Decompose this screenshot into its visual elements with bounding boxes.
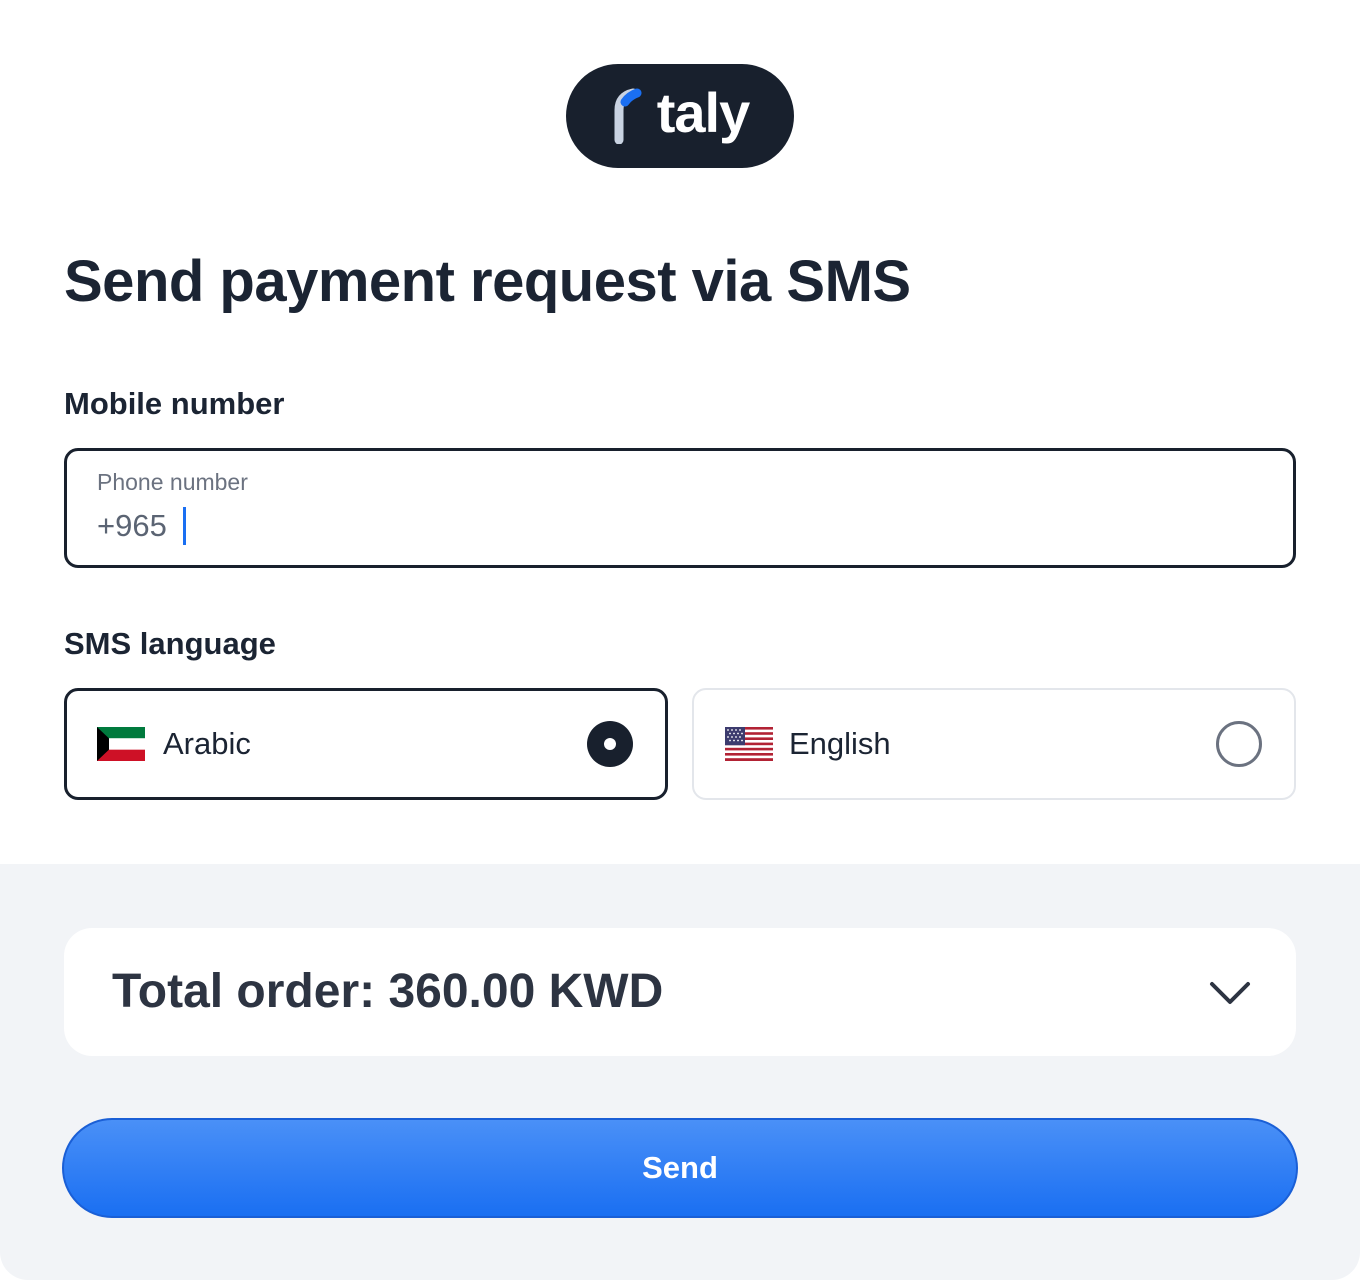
- brand-logo: taly: [566, 64, 794, 168]
- kuwait-flag-icon: [97, 727, 145, 761]
- phone-value: +965: [97, 507, 186, 545]
- language-option-arabic[interactable]: Arabic: [64, 688, 668, 800]
- page-title: Send payment request via SMS: [64, 249, 911, 314]
- radio-selected-icon[interactable]: [587, 721, 633, 767]
- sms-language-label: SMS language: [64, 626, 276, 661]
- language-option-english[interactable]: English: [692, 688, 1296, 800]
- radio-unselected-icon[interactable]: [1216, 721, 1262, 767]
- phone-field-label: Phone number: [97, 469, 248, 495]
- phone-number-input[interactable]: Phone number +965: [64, 448, 1296, 568]
- country-code: +965: [97, 508, 167, 543]
- language-label-english: English: [789, 726, 891, 761]
- language-label-arabic: Arabic: [163, 726, 251, 761]
- order-footer: Total order: 360.00 KWD Send: [0, 864, 1360, 1280]
- order-summary-toggle[interactable]: Total order: 360.00 KWD: [64, 928, 1296, 1056]
- mobile-number-label: Mobile number: [64, 386, 285, 421]
- send-button[interactable]: Send: [62, 1118, 1298, 1218]
- brand-name: taly: [656, 81, 750, 144]
- taly-logo-icon: [614, 88, 642, 144]
- total-order-text: Total order: 360.00 KWD: [112, 965, 664, 1018]
- us-flag-icon: [725, 727, 773, 761]
- sms-payment-card: taly Send payment request via SMS Mobile…: [0, 0, 1360, 1280]
- chevron-down-icon: [1210, 982, 1250, 1004]
- text-cursor: [182, 507, 186, 545]
